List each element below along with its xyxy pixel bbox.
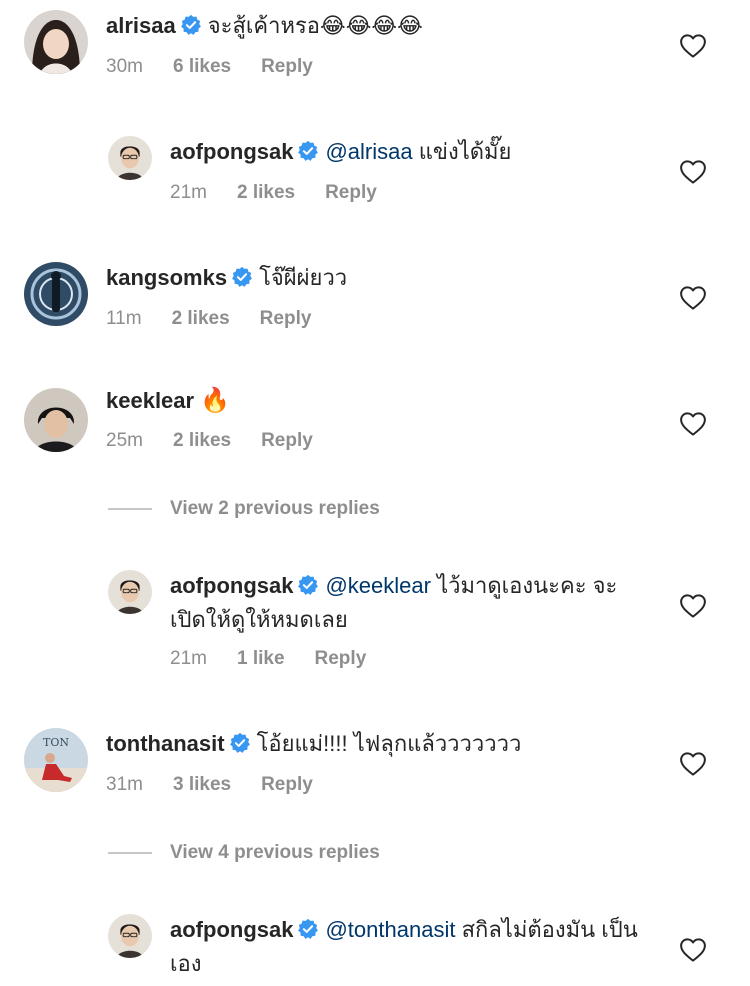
avatar[interactable]	[108, 570, 152, 614]
comment-text: โอ้ยแม่!!!! ไฟลุกแล้ววววววว	[256, 731, 522, 756]
comment-meta: 30m 6 likes Reply	[106, 56, 343, 78]
timestamp: 21m	[170, 182, 207, 203]
likes-count[interactable]: 2 likes	[172, 308, 230, 329]
view-previous-replies-button[interactable]: View 4 previous replies	[108, 842, 380, 864]
avatar[interactable]	[24, 388, 88, 452]
comment-text-line: keeklear 🔥	[106, 383, 230, 418]
view-previous-replies-button[interactable]: View 2 previous replies	[108, 498, 380, 520]
heart-icon[interactable]	[678, 749, 708, 779]
likes-count[interactable]: 2 likes	[173, 430, 231, 451]
username[interactable]: aofpongsak	[170, 573, 293, 598]
reply-button[interactable]: Reply	[261, 56, 313, 77]
verified-badge-icon	[297, 918, 319, 940]
heart-icon[interactable]	[678, 409, 708, 439]
comment-meta: 31m 3 likes Reply	[106, 774, 343, 796]
heart-icon[interactable]	[678, 591, 708, 621]
view-replies-label: View 2 previous replies	[170, 498, 380, 519]
verified-badge-icon	[231, 266, 253, 288]
username[interactable]: keeklear	[106, 388, 194, 413]
fire-emoji-icon: 🔥	[200, 386, 231, 414]
comment-text: โจ๊ผีผ่ยวว	[259, 265, 348, 290]
comment-meta: 21m 1 like Reply	[170, 648, 396, 670]
view-replies-label: View 4 previous replies	[170, 842, 380, 863]
reply-button[interactable]: Reply	[261, 774, 313, 795]
timestamp: 25m	[106, 430, 143, 451]
timestamp: 21m	[170, 648, 207, 669]
mention-link[interactable]: @keeklear	[325, 573, 431, 598]
comment-row: keeklear 🔥 25m 2 likes Reply	[0, 370, 750, 480]
comment-row: alrisaa จะสู้เค้าหรอ😂😂😂😂 30m 6 likes Reply	[0, 0, 750, 120]
mention-link[interactable]: @alrisaa	[325, 139, 412, 164]
comment-text-line: aofpongsak @keeklear ไว้มาดูเองนะคะ จะเปิ…	[170, 569, 650, 637]
username[interactable]: aofpongsak	[170, 917, 293, 942]
avatar[interactable]	[108, 136, 152, 180]
comment-text-line: aofpongsak @alrisaa แข่งได้มั๊ย	[170, 135, 511, 169]
comment-meta: 25m 2 likes Reply	[106, 430, 343, 452]
comment-text-line: alrisaa จะสู้เค้าหรอ😂😂😂😂	[106, 9, 423, 43]
heart-icon[interactable]	[678, 283, 708, 313]
avatar-text: TON	[43, 736, 69, 749]
timestamp: 31m	[106, 774, 143, 795]
avatar[interactable]	[24, 262, 88, 326]
comment-text: จะสู้เค้าหรอ😂😂😂😂	[207, 13, 423, 38]
timestamp: 11m	[106, 308, 142, 329]
username[interactable]: tonthanasit	[106, 731, 225, 756]
reply-row: aofpongsak @alrisaa แข่งได้มั๊ย 21m 2 like…	[0, 120, 750, 250]
likes-count[interactable]: 2 likes	[237, 182, 295, 203]
comment-meta: 11m 2 likes Reply	[106, 308, 341, 330]
reply-button[interactable]: Reply	[325, 182, 377, 203]
heart-icon[interactable]	[678, 31, 708, 61]
heart-icon[interactable]	[678, 935, 708, 965]
avatar[interactable]	[108, 914, 152, 958]
likes-count[interactable]: 6 likes	[173, 56, 231, 77]
comment-text: แข่งได้มั๊ย	[418, 139, 512, 164]
reply-button[interactable]: Reply	[260, 308, 312, 329]
reply-button[interactable]: Reply	[261, 430, 313, 451]
divider-line	[108, 507, 152, 510]
verified-badge-icon	[229, 732, 251, 754]
comment-text-line: kangsomks โจ๊ผีผ่ยวว	[106, 261, 347, 295]
heart-icon[interactable]	[678, 157, 708, 187]
comment-row: kangsomks โจ๊ผีผ่ยวว 11m 2 likes Reply	[0, 250, 750, 370]
reply-button[interactable]: Reply	[315, 648, 367, 669]
verified-badge-icon	[297, 574, 319, 596]
avatar[interactable]	[24, 10, 88, 74]
username[interactable]: aofpongsak	[170, 139, 293, 164]
mention-link[interactable]: @tonthanasit	[325, 917, 455, 942]
divider-line	[108, 851, 152, 854]
comment-text-line: aofpongsak @tonthanasit สกิลไม่ต้องมัน เป…	[170, 913, 650, 981]
likes-count[interactable]: 1 like	[237, 648, 285, 669]
comment-meta: 21m 2 likes Reply	[170, 182, 407, 204]
username[interactable]: kangsomks	[106, 265, 227, 290]
comment-row: TON tonthanasit โอ้ยแม่!!!! ไฟลุกแล้ววววว…	[0, 716, 750, 826]
verified-badge-icon	[297, 140, 319, 162]
comment-text-line: tonthanasit โอ้ยแม่!!!! ไฟลุกแล้ววววววว	[106, 727, 521, 761]
timestamp: 30m	[106, 56, 143, 77]
reply-row: aofpongsak @tonthanasit สกิลไม่ต้องมัน เป…	[0, 896, 750, 986]
likes-count[interactable]: 3 likes	[173, 774, 231, 795]
verified-badge-icon	[180, 14, 202, 36]
avatar[interactable]: TON	[24, 728, 88, 792]
username[interactable]: alrisaa	[106, 13, 176, 38]
reply-row: aofpongsak @keeklear ไว้มาดูเองนะคะ จะเปิ…	[0, 550, 750, 700]
